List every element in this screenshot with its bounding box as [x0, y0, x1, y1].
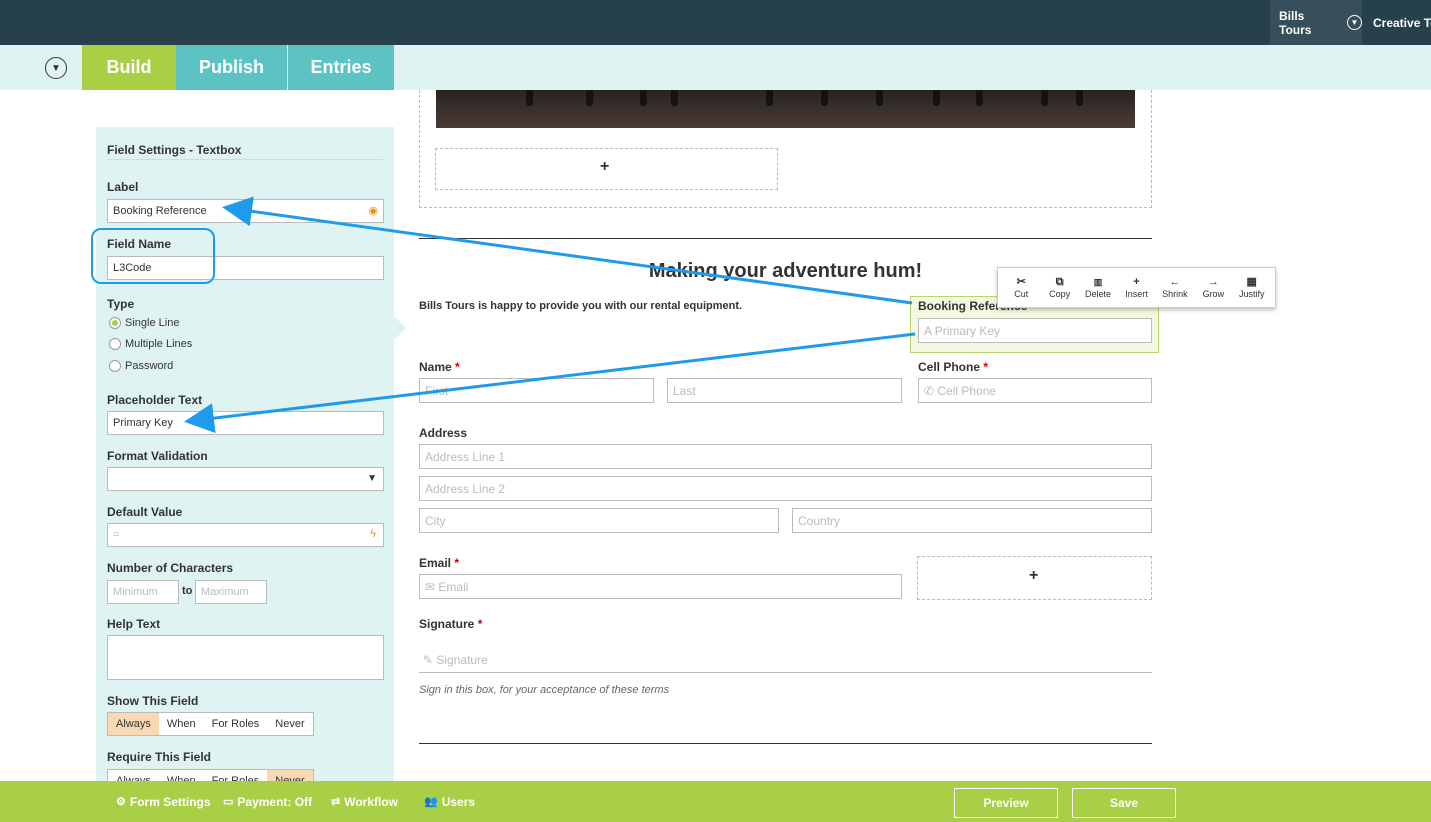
- pencil-icon: ✎: [423, 653, 437, 667]
- email-input[interactable]: ✉ Email: [419, 574, 902, 599]
- add-icon[interactable]: +: [600, 158, 609, 176]
- label-input[interactable]: Booking Reference ◉: [107, 199, 384, 223]
- phone-icon: ✆: [924, 384, 938, 398]
- hero-image: [436, 90, 1135, 128]
- type-option-single-line[interactable]: Single Line: [109, 317, 179, 329]
- name-label: Name *: [419, 360, 460, 374]
- lightning-icon[interactable]: ϟ: [370, 528, 376, 540]
- shuffle-icon: ⇄: [331, 796, 341, 808]
- label-title: Label: [107, 180, 139, 194]
- tool-cut[interactable]: ✂ Cut: [1002, 268, 1040, 307]
- address-line1-input[interactable]: Address Line 1: [419, 444, 1152, 469]
- chars-to: to: [182, 585, 193, 597]
- name-first-input[interactable]: First: [419, 378, 654, 403]
- signature-note: Sign in this box, for your acceptance of…: [419, 684, 670, 696]
- show-when[interactable]: When: [159, 713, 204, 735]
- add-icon[interactable]: +: [1029, 567, 1038, 585]
- arrow-left-icon: ←: [1169, 276, 1181, 288]
- show-title: Show This Field: [107, 694, 199, 708]
- tool-delete[interactable]: ▥ Delete: [1079, 268, 1117, 307]
- field-toolbar: ✂ Cut ⧉ Copy ▥ Delete + Insert ← Shrink → Grow…: [997, 267, 1276, 308]
- org-name: Bills Tours: [1279, 8, 1312, 37]
- envelope-icon: ✉: [425, 580, 439, 594]
- grid-icon: ▦: [1246, 276, 1257, 288]
- tab-entries[interactable]: Entries: [288, 45, 394, 90]
- chevron-down-icon: ▼: [1347, 15, 1362, 30]
- form-intro: Bills Tours is happy to provide you with…: [419, 300, 743, 312]
- placeholder-title: Placeholder Text: [107, 393, 203, 407]
- tab-publish[interactable]: Publish: [176, 45, 287, 90]
- chevron-down-icon[interactable]: ▼: [45, 57, 67, 79]
- gear-icon: ⚙: [116, 796, 126, 808]
- users-link[interactable]: 👥 Users: [424, 781, 475, 822]
- text-icon: A: [924, 324, 935, 338]
- show-for-roles[interactable]: For Roles: [204, 713, 268, 735]
- field-settings-panel: Field Settings - Textbox Label Booking R…: [96, 127, 394, 787]
- divider: [419, 743, 1152, 744]
- user-name: Creative Tec: [1373, 15, 1431, 30]
- booking-input[interactable]: A Primary Key: [918, 318, 1152, 343]
- payment-link[interactable]: ▭ Payment: Off: [223, 781, 312, 822]
- show-segmented: Always When For Roles Never: [107, 712, 314, 736]
- require-title: Require This Field: [107, 750, 212, 764]
- type-option-multiple-lines[interactable]: Multiple Lines: [109, 338, 192, 350]
- cell-phone-label: Cell Phone *: [918, 360, 989, 374]
- workflow-link[interactable]: ⇄ Workflow: [331, 781, 398, 822]
- org-switcher[interactable]: Bills Tours ▼: [1270, 0, 1362, 45]
- format-title: Format Validation: [107, 449, 208, 463]
- help-title: Help Text: [107, 617, 161, 631]
- tool-shrink[interactable]: ← Shrink: [1156, 268, 1194, 307]
- chars-max-input[interactable]: Maximum: [195, 580, 267, 604]
- chars-title: Number of Characters: [107, 561, 234, 575]
- tool-grow[interactable]: → Grow: [1194, 268, 1232, 307]
- plus-icon: +: [1133, 276, 1140, 288]
- tool-justify[interactable]: ▦ Justify: [1233, 268, 1271, 307]
- tab-bar: ▼ Build Publish Entries: [0, 45, 1431, 90]
- chevron-down-icon: ▼: [367, 473, 377, 484]
- name-last-input[interactable]: Last: [667, 378, 902, 403]
- field-name-highlight: [91, 228, 215, 284]
- default-title: Default Value: [107, 505, 183, 519]
- tab-build[interactable]: Build: [82, 45, 176, 90]
- users-icon: 👥: [424, 796, 438, 808]
- help-textarea[interactable]: [107, 635, 384, 680]
- form-settings-link[interactable]: ⚙ Form Settings: [116, 781, 211, 822]
- address-line2-input[interactable]: Address Line 2: [419, 476, 1152, 501]
- copy-icon: ⧉: [1055, 276, 1064, 288]
- cell-phone-input[interactable]: ✆ Cell Phone: [918, 378, 1152, 403]
- show-always[interactable]: Always: [108, 713, 159, 735]
- type-title: Type: [107, 297, 135, 311]
- credit-card-icon: ▭: [223, 796, 234, 808]
- preview-button[interactable]: Preview: [954, 788, 1058, 818]
- tool-copy[interactable]: ⧉ Copy: [1040, 268, 1078, 307]
- top-bar: Bills Tours ▼ Creative Tec: [0, 0, 1431, 45]
- arrow-right-icon: →: [1207, 276, 1219, 288]
- city-input[interactable]: City: [419, 508, 779, 533]
- address-label: Address: [419, 426, 468, 440]
- divider: [419, 238, 1152, 239]
- bottom-bar: ⚙ Form Settings ▭ Payment: Off ⇄ Workflow 👥…: [0, 781, 1431, 822]
- email-label: Email *: [419, 556, 460, 570]
- signature-pad[interactable]: ✎ Signature: [423, 653, 488, 667]
- user-menu[interactable]: Creative Tec: [1373, 0, 1431, 45]
- type-option-password[interactable]: Password: [109, 360, 173, 372]
- trash-icon: ▥: [1093, 277, 1103, 287]
- placeholder-input[interactable]: Primary Key: [107, 411, 384, 435]
- eye-icon[interactable]: ◉: [368, 204, 378, 217]
- format-select[interactable]: ▼: [107, 467, 384, 491]
- save-button[interactable]: Save: [1072, 788, 1176, 818]
- tool-insert[interactable]: + Insert: [1117, 268, 1155, 307]
- signature-label: Signature *: [419, 617, 483, 631]
- signature-line: [419, 672, 1152, 673]
- panel-title: Field Settings - Textbox: [107, 143, 242, 157]
- country-input[interactable]: Country: [792, 508, 1152, 533]
- chars-min-input[interactable]: Minimum: [107, 580, 179, 604]
- default-input[interactable]: = ϟ: [107, 523, 384, 547]
- scissors-icon: ✂: [1016, 276, 1026, 288]
- show-never[interactable]: Never: [267, 713, 312, 735]
